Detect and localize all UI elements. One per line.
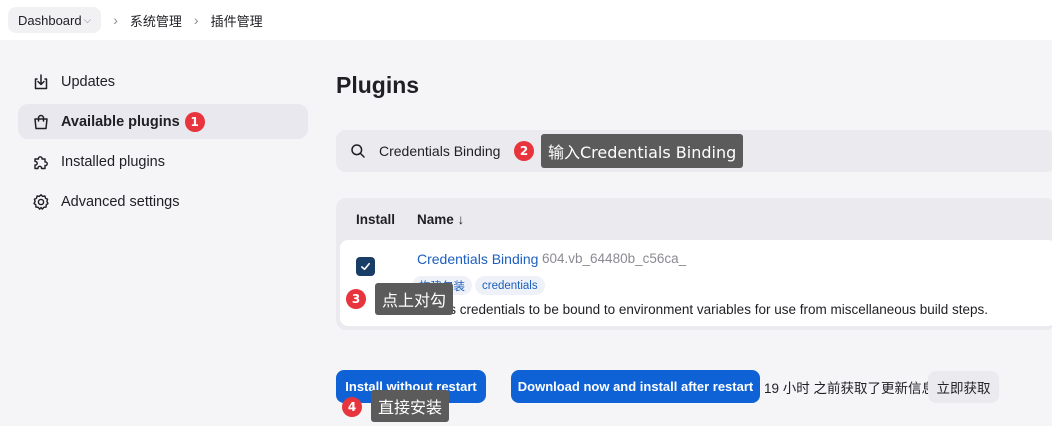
annotation-tooltip-2: 输入Credentials Binding [541,134,744,168]
annotation-badge-1: 1 [184,111,205,132]
gear-icon [32,193,50,211]
plugin-description: Allows credentials to be bound to enviro… [417,302,989,317]
breadcrumb: Dashboard ⌵ › 系统管理 › 插件管理 [0,0,1052,40]
update-info-text: 19 小时 之前获取了更新信息 [764,381,936,396]
checkmark-icon [361,262,370,271]
sidebar-item-label: Updates [61,73,116,90]
breadcrumb-dashboard[interactable]: Dashboard ⌵ [8,7,102,33]
annotation-badge-4: 4 [342,397,362,417]
shopping-bag-icon [32,113,50,131]
annotation-tooltip-4: 直接安装 [371,390,450,422]
puzzle-icon [32,153,50,171]
sidebar-item-available-plugins[interactable]: Available plugins 1 [18,104,308,139]
plugin-tag[interactable]: credentials [475,276,545,295]
breadcrumb-plugin-management[interactable]: 插件管理 [211,11,263,30]
plugin-name-link[interactable]: Credentials Binding [417,251,538,267]
sidebar-item-label: Available plugins [61,113,180,130]
breadcrumb-dashboard-label: Dashboard [18,12,82,28]
download-icon [32,73,50,91]
install-checkbox[interactable] [356,257,375,276]
fetch-now-button[interactable]: 立即获取 [928,371,999,403]
chevron-right-icon: › [113,12,118,28]
download-install-after-restart-button[interactable]: Download now and install after restart [511,370,760,403]
sidebar-item-label: Advanced settings [61,193,180,210]
annotation-badge-3: 3 [346,289,366,309]
sidebar: Updates Available plugins 1 Installed pl… [18,64,308,224]
sidebar-item-advanced-settings[interactable]: Advanced settings [18,184,308,219]
annotation-tooltip-3: 点上对勾 [375,283,454,315]
sidebar-item-installed-plugins[interactable]: Installed plugins [18,144,308,179]
chevron-down-icon[interactable]: ⌵ [84,15,92,26]
annotation-badge-2: 2 [514,141,534,161]
chevron-right-icon: › [193,12,199,28]
column-header-install: Install [356,212,396,227]
page-title: Plugins [336,72,420,98]
breadcrumb-system-management[interactable]: 系统管理 [130,11,182,30]
search-icon [350,143,366,159]
search-input[interactable] [379,143,504,159]
plugin-version: 604.vb_64480b_c56ca_ [542,251,687,266]
column-header-name[interactable]: Name ↓ [417,212,464,227]
sidebar-item-label: Installed plugins [61,153,165,170]
sidebar-item-updates[interactable]: Updates [18,64,308,99]
